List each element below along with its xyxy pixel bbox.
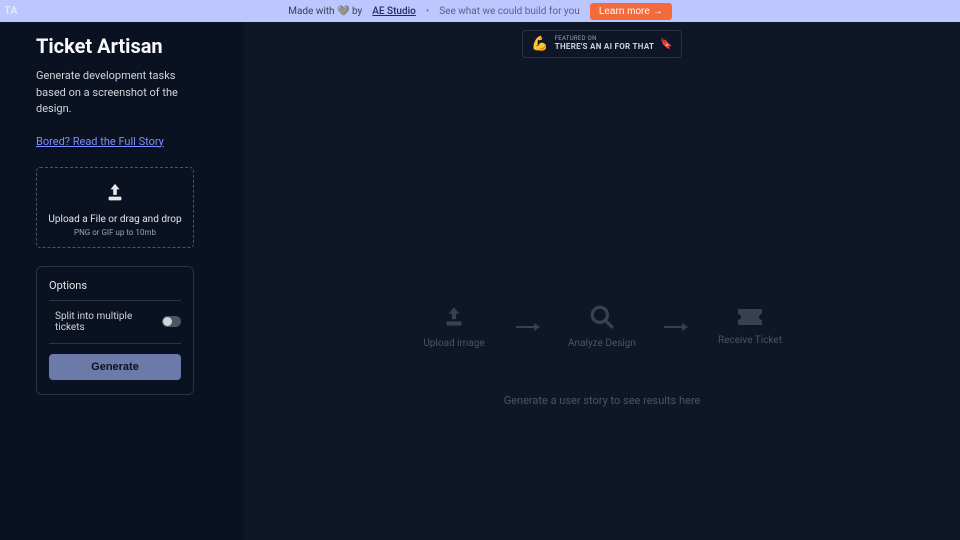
featured-badge[interactable]: 💪 FEATURED ON THERE'S AN AI FOR THAT 🔖 xyxy=(522,30,682,58)
divider xyxy=(49,343,181,344)
page-title: Ticket Artisan xyxy=(36,34,226,58)
separator-dot: • xyxy=(426,6,429,17)
upload-icon xyxy=(441,304,467,330)
bookmark-icon: 🔖 xyxy=(660,39,673,50)
page-subtitle: Generate development tasks based on a sc… xyxy=(36,68,206,118)
muscle-icon: 💪 xyxy=(531,36,549,52)
arrow-right-icon xyxy=(516,321,540,333)
upload-title: Upload a File or drag and drop xyxy=(47,214,183,225)
banner-see-text: See what we could build for you xyxy=(439,6,580,17)
sidebar: Ticket Artisan Generate development task… xyxy=(0,22,244,540)
promo-banner: Made with 🩶 by AE Studio • See what we c… xyxy=(0,0,960,22)
split-toggle[interactable] xyxy=(162,316,181,327)
arrow-right-icon xyxy=(664,321,688,333)
full-story-link[interactable]: Bored? Read the Full Story xyxy=(36,135,164,148)
split-toggle-label: Split into multiple tickets xyxy=(55,311,162,333)
app-logo: TA xyxy=(4,4,18,17)
divider xyxy=(49,300,181,301)
upload-dropzone[interactable]: Upload a File or drag and drop PNG or GI… xyxy=(36,167,194,248)
learn-more-button[interactable]: Learn more → xyxy=(590,3,672,20)
flow-step-analyze: Analyze Design xyxy=(562,304,642,349)
split-toggle-row: Split into multiple tickets xyxy=(49,311,181,343)
flow-step-upload: Upload image xyxy=(414,304,494,349)
flow-step-receive: Receive Ticket xyxy=(710,307,790,346)
flow-step-label: Receive Ticket xyxy=(718,335,782,346)
flow-step-label: Analyze Design xyxy=(568,338,636,349)
upload-icon xyxy=(104,182,126,204)
banner-made-with: Made with 🩶 by xyxy=(288,6,362,17)
generate-button[interactable]: Generate xyxy=(49,354,181,380)
content-area: 💪 FEATURED ON THERE'S AN AI FOR THAT 🔖 U… xyxy=(244,22,960,540)
ticket-icon xyxy=(736,307,764,327)
ae-studio-link[interactable]: AE Studio xyxy=(372,6,416,17)
featured-big: THERE'S AN AI FOR THAT xyxy=(555,43,655,52)
upload-subtitle: PNG or GIF up to 10mb xyxy=(47,228,183,237)
magnify-icon xyxy=(589,304,615,330)
flow-diagram: Upload image Analyze Design Receive Tick… xyxy=(414,304,790,349)
options-title: Options xyxy=(49,279,181,292)
options-panel: Options Split into multiple tickets Gene… xyxy=(36,266,194,395)
flow-step-label: Upload image xyxy=(423,338,484,349)
empty-state-hint: Generate a user story to see results her… xyxy=(504,394,701,407)
